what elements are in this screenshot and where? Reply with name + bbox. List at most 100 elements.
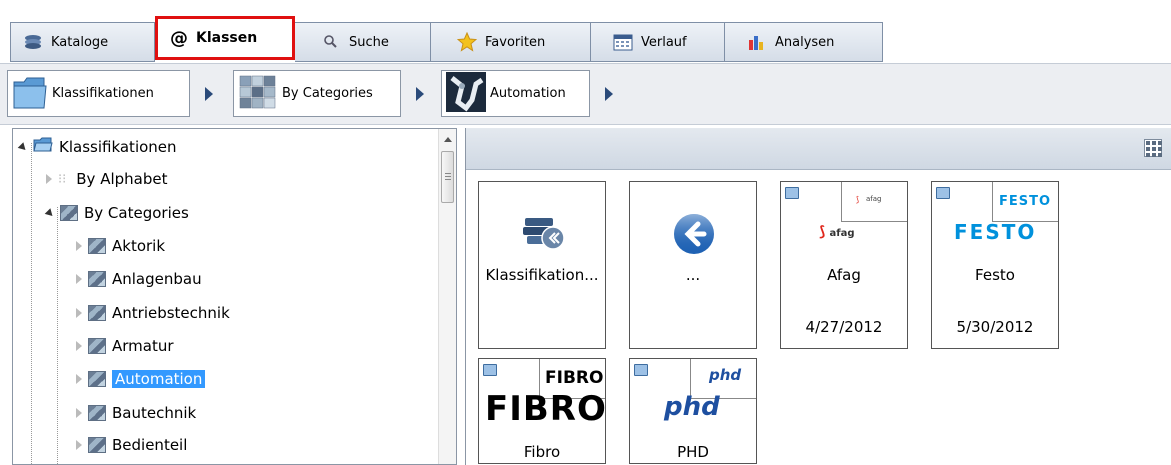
breadcrumb-label: Klassifikationen: [52, 86, 154, 101]
back-arrow-icon: [672, 212, 716, 260]
content-header: [466, 128, 1171, 170]
breadcrumb-klassifikationen[interactable]: Klassifikationen: [7, 70, 190, 117]
breadcrumb-automation[interactable]: Automation: [441, 70, 590, 117]
tab-favoriten[interactable]: Favoriten: [431, 22, 591, 62]
category-icon: [88, 371, 106, 387]
expand-toggle-icon[interactable]: [76, 308, 82, 318]
folder-icon: [12, 72, 48, 116]
breadcrumb: Klassifikationen By Categories Automatio…: [0, 63, 1171, 125]
expand-toggle-icon[interactable]: [76, 408, 82, 418]
tree-item[interactable]: Bautechnik: [76, 399, 196, 427]
tab-analysen[interactable]: Analysen: [725, 22, 883, 62]
grid-view-icon[interactable]: [1144, 139, 1162, 157]
category-icon: [88, 437, 106, 453]
tile-festo[interactable]: FESTO FESTO Festo 5/30/2012: [931, 181, 1059, 349]
breadcrumb-by-categories[interactable]: By Categories: [233, 70, 401, 117]
tab-verlauf[interactable]: Verlauf: [591, 22, 725, 62]
tile-label: Festo: [975, 266, 1015, 284]
tile-label: Fibro: [523, 443, 561, 461]
alphabet-icon: ⁝⁝: [58, 171, 67, 187]
category-icon: [88, 238, 106, 254]
expand-toggle-icon[interactable]: [76, 241, 82, 251]
star-icon: [456, 31, 478, 52]
grip-line: [445, 179, 451, 180]
grip-line: [445, 173, 451, 174]
folder-icon: [483, 364, 497, 376]
tree-item[interactable]: Anlagenbau: [76, 265, 202, 293]
phd-logo: phd: [664, 392, 720, 422]
tile-label: Klassifikation...: [485, 266, 599, 284]
expand-toggle-icon[interactable]: [76, 374, 82, 384]
expand-toggle-icon[interactable]: [46, 174, 52, 184]
folder-open-icon: [33, 137, 53, 157]
tree-item[interactable]: ⁝⁝ By Alphabet: [46, 165, 167, 193]
folder-icon: [936, 187, 950, 199]
tree-item-label: Antriebstechnik: [112, 304, 230, 322]
folder-icon: [785, 187, 799, 199]
search-icon: [321, 32, 341, 52]
tree-guide-line: [31, 143, 32, 464]
content-panel: Klassifikation... ... ⟆ afag ⟆ afag Afag…: [465, 128, 1171, 465]
tree-item-label: Bautechnik: [112, 404, 197, 422]
tree-item[interactable]: Bedienteil: [76, 431, 187, 459]
tile-phd[interactable]: phd phd PHD: [629, 358, 757, 464]
tab-klassen-label: Klassen: [196, 30, 258, 46]
tab-strip: Kataloge @ Klassen Suche Favoriten Verla…: [10, 16, 883, 62]
expand-toggle-icon[interactable]: [76, 440, 82, 450]
tab-verlauf-label: Verlauf: [641, 34, 687, 50]
tile-label: PHD: [677, 443, 709, 461]
tree-item-selected[interactable]: Automation: [76, 365, 206, 393]
tile-label: Afag: [827, 266, 861, 284]
at-icon: @: [170, 27, 188, 49]
breadcrumb-label: By Categories: [282, 86, 373, 101]
scroll-thumb[interactable]: [441, 151, 454, 203]
automation-icon: [446, 71, 486, 116]
expand-toggle-icon[interactable]: [17, 141, 29, 153]
expand-toggle-icon[interactable]: [76, 274, 82, 284]
tree-item[interactable]: Armatur: [76, 332, 174, 360]
tab-klassen[interactable]: @ Klassen: [155, 16, 295, 60]
chevron-right-icon: [205, 87, 213, 101]
tile-back[interactable]: ...: [629, 181, 757, 349]
tree-item-label: By Categories: [84, 204, 189, 222]
catalog-stack-icon: [23, 32, 43, 52]
categories-icon: [238, 72, 278, 116]
category-icon: [88, 338, 106, 354]
tree-item-label: By Alphabet: [76, 170, 168, 188]
tree-item-label: Aktorik: [112, 237, 166, 255]
tile-fibro[interactable]: FIBRO FIBRO Fibro: [478, 358, 606, 464]
tree-item[interactable]: Antriebstechnik: [76, 299, 230, 327]
tile-date: 5/30/2012: [956, 318, 1034, 336]
tab-suche[interactable]: Suche: [295, 22, 431, 62]
tree-scrollbar[interactable]: [438, 129, 456, 464]
tree-item[interactable]: By Categories: [44, 199, 189, 227]
books-back-icon: [521, 212, 567, 256]
tile-label: ...: [685, 266, 701, 284]
category-icon: [88, 305, 106, 321]
expand-toggle-icon[interactable]: [44, 207, 56, 219]
category-icon: [88, 271, 106, 287]
tab-bar: Kataloge @ Klassen Suche Favoriten Verla…: [0, 0, 1171, 63]
tree-item[interactable]: Aktorik: [76, 232, 165, 260]
tree-item-label: Bedienteil: [112, 436, 188, 454]
tile-afag[interactable]: ⟆ afag ⟆ afag Afag 4/27/2012: [780, 181, 908, 349]
festo-logo: FESTO: [954, 220, 1037, 244]
tab-kataloge[interactable]: Kataloge: [10, 22, 155, 62]
tab-suche-label: Suche: [349, 34, 389, 50]
tree-item-label: Anlagenbau: [112, 270, 202, 288]
tile-klassifikationen[interactable]: Klassifikation...: [478, 181, 606, 349]
folder-icon: [634, 364, 648, 376]
tree-item-label: Armatur: [112, 337, 174, 355]
expand-toggle-icon[interactable]: [76, 341, 82, 351]
fibro-logo: FIBRO: [485, 389, 607, 429]
grip-line: [445, 176, 451, 177]
tree-item[interactable]: Klassifikationen: [17, 133, 177, 161]
breadcrumb-label: Automation: [490, 86, 566, 101]
bar-chart-icon: [747, 32, 767, 52]
scroll-up-icon[interactable]: [444, 137, 452, 142]
tree-item-label: Klassifikationen: [59, 138, 177, 156]
classification-tree[interactable]: Klassifikationen ⁝⁝ By Alphabet By Categ…: [12, 128, 457, 465]
calendar-icon: [613, 32, 633, 52]
tile-date: 4/27/2012: [805, 318, 883, 336]
tab-analysen-label: Analysen: [775, 34, 835, 50]
